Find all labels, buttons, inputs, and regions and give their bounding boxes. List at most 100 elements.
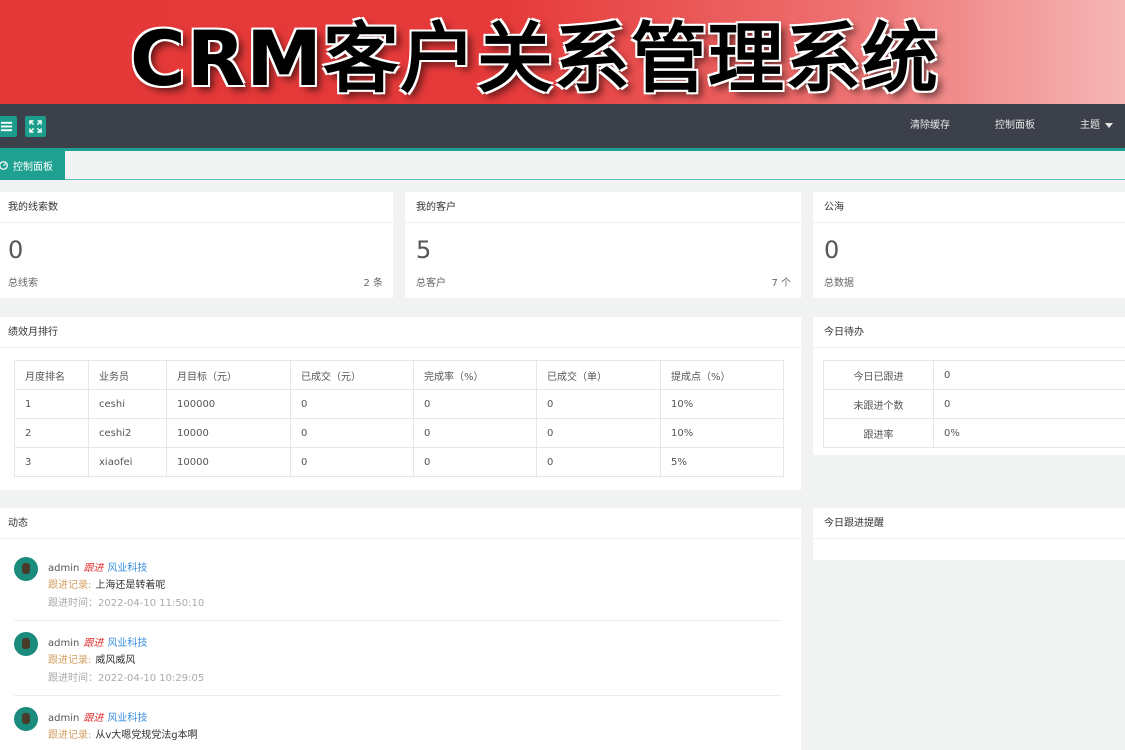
table-cell: 3 bbox=[14, 447, 89, 477]
activity-record: 跟进记录: 从v大嗯党规党法g本啊 bbox=[48, 726, 198, 741]
activity-record-label: 跟进记录: bbox=[48, 655, 92, 666]
hamburger-icon bbox=[0, 121, 13, 132]
tab-bar: 控制面板 bbox=[0, 151, 1125, 180]
activity-title: 动态 bbox=[0, 508, 801, 539]
table-cell: 今日已跟进 bbox=[823, 360, 934, 390]
avatar[interactable] bbox=[14, 632, 38, 656]
activity-user[interactable]: admin bbox=[48, 713, 79, 724]
table-cell: 0 bbox=[536, 389, 661, 419]
menu-toggle-button[interactable] bbox=[0, 116, 17, 137]
stat-count: 2 条 bbox=[363, 278, 383, 289]
todo-table: 今日已跟进 0 未跟进个数 0 跟进率 0% bbox=[823, 360, 1125, 448]
reminder-card: 今日跟进提醒 bbox=[813, 508, 1125, 560]
fullscreen-button[interactable] bbox=[25, 116, 46, 137]
caret-down-icon bbox=[1105, 122, 1113, 128]
table-cell: 0 bbox=[290, 447, 414, 477]
column-header: 业务员 bbox=[88, 360, 167, 390]
top-navbar: 清除缓存 控制面板 主题 bbox=[0, 104, 1125, 148]
table-cell: 跟进率 bbox=[823, 418, 934, 448]
table-cell: 未跟进个数 bbox=[823, 389, 934, 419]
dashboard-link[interactable]: 控制面板 bbox=[995, 104, 1035, 148]
activity-record-text: 从v大嗯党规党法g本啊 bbox=[95, 730, 198, 741]
table-cell: 10% bbox=[660, 389, 784, 419]
stat-value: 0 bbox=[824, 236, 840, 264]
activity-user[interactable]: admin bbox=[48, 638, 79, 649]
table-row: 3 xiaofei 10000 0 0 0 5% bbox=[14, 447, 784, 477]
table-cell: 0 bbox=[933, 360, 1125, 390]
table-cell: 0 bbox=[290, 418, 414, 448]
activity-record-label: 跟进记录: bbox=[48, 580, 92, 591]
stat-label: 总线索 bbox=[8, 278, 38, 289]
theme-dropdown[interactable]: 主题 bbox=[1080, 104, 1113, 148]
column-header: 完成率（%） bbox=[413, 360, 537, 390]
stat-card-public-pool: 公海 0 总数据 bbox=[813, 192, 1125, 298]
column-header: 提成点（%） bbox=[660, 360, 784, 390]
column-header: 已成交（单） bbox=[536, 360, 661, 390]
activity-header: admin 跟进 风业科技 bbox=[48, 559, 147, 574]
table-cell: 100000 bbox=[166, 389, 291, 419]
stat-label: 总数据 bbox=[824, 278, 854, 289]
table-cell: 10% bbox=[660, 418, 784, 448]
activity-record: 跟进记录: 上海还是转着呢 bbox=[48, 576, 165, 591]
todo-card: 今日待办 今日已跟进 0 未跟进个数 0 跟进率 0% bbox=[813, 317, 1125, 455]
activity-header: admin 跟进 风业科技 bbox=[48, 634, 147, 649]
tab-dashboard-label: 控制面板 bbox=[13, 162, 53, 173]
stat-count: 7 个 bbox=[771, 278, 791, 289]
theme-label: 主题 bbox=[1080, 120, 1100, 131]
avatar[interactable] bbox=[14, 557, 38, 581]
activity-type: 跟进 bbox=[83, 638, 104, 649]
table-cell: 1 bbox=[14, 389, 89, 419]
reminder-title: 今日跟进提醒 bbox=[813, 508, 1125, 539]
table-cell: xiaofei bbox=[88, 447, 167, 477]
activity-company-link[interactable]: 风业科技 bbox=[107, 713, 147, 724]
activity-time: 跟进时间：2022-04-10 10:29:05 bbox=[48, 673, 205, 684]
table-row: 未跟进个数 0 bbox=[823, 389, 1125, 419]
activity-user[interactable]: admin bbox=[48, 563, 79, 574]
table-cell: 0 bbox=[290, 389, 414, 419]
performance-title: 绩效月排行 bbox=[0, 317, 801, 348]
avatar[interactable] bbox=[14, 707, 38, 731]
activity-type: 跟进 bbox=[83, 563, 104, 574]
activity-company-link[interactable]: 风业科技 bbox=[107, 638, 147, 649]
dashboard-icon bbox=[0, 161, 8, 170]
table-cell: 10000 bbox=[166, 447, 291, 477]
activity-card: 动态 admin 跟进 风业科技 跟进记录: 上海还是转着呢 跟进时间：2022-04… bbox=[0, 508, 801, 750]
column-header: 月目标（元） bbox=[166, 360, 291, 390]
table-cell: 0% bbox=[933, 418, 1125, 448]
stat-card-customers: 我的客户 5 总客户 7 个 bbox=[405, 192, 801, 298]
stat-card-title: 我的线索数 bbox=[0, 192, 393, 223]
stat-value: 5 bbox=[416, 236, 432, 264]
table-cell: 0 bbox=[413, 389, 537, 419]
table-cell: ceshi bbox=[88, 389, 167, 419]
fullscreen-icon bbox=[29, 120, 42, 133]
performance-card: 绩效月排行 月度排名 业务员 月目标（元） 已成交（元） 完成率（%） 已成交（… bbox=[0, 317, 801, 490]
table-cell: 0 bbox=[413, 447, 537, 477]
column-header: 月度排名 bbox=[14, 360, 89, 390]
table-cell: ceshi2 bbox=[88, 418, 167, 448]
activity-record: 跟进记录: 威风威风 bbox=[48, 651, 135, 666]
table-row: 2 ceshi2 10000 0 0 0 10% bbox=[14, 418, 784, 448]
clear-cache-link[interactable]: 清除缓存 bbox=[910, 104, 950, 148]
table-row: 1 ceshi 100000 0 0 0 10% bbox=[14, 389, 784, 419]
activity-record-label: 跟进记录: bbox=[48, 730, 92, 741]
activity-header: admin 跟进 风业科技 bbox=[48, 709, 147, 724]
activity-type: 跟进 bbox=[83, 713, 104, 724]
stat-value: 0 bbox=[8, 236, 24, 264]
performance-table: 月度排名 业务员 月目标（元） 已成交（元） 完成率（%） 已成交（单） 提成点… bbox=[14, 360, 784, 477]
table-cell: 5% bbox=[660, 447, 784, 477]
table-cell: 0 bbox=[933, 389, 1125, 419]
promo-banner: CRM客户关系管理系统 bbox=[0, 0, 1125, 104]
divider bbox=[14, 695, 782, 696]
todo-title: 今日待办 bbox=[813, 317, 1125, 348]
activity-record-text: 上海还是转着呢 bbox=[95, 580, 166, 591]
table-row: 跟进率 0% bbox=[823, 418, 1125, 448]
table-cell: 10000 bbox=[166, 418, 291, 448]
stat-card-title: 我的客户 bbox=[405, 192, 801, 223]
table-cell: 0 bbox=[536, 447, 661, 477]
table-row: 今日已跟进 0 bbox=[823, 360, 1125, 390]
activity-company-link[interactable]: 风业科技 bbox=[107, 563, 147, 574]
table-header-row: 月度排名 业务员 月目标（元） 已成交（元） 完成率（%） 已成交（单） 提成点… bbox=[14, 360, 784, 390]
stat-label: 总客户 bbox=[416, 278, 446, 289]
column-header: 已成交（元） bbox=[290, 360, 414, 390]
tab-dashboard[interactable]: 控制面板 bbox=[0, 151, 65, 180]
